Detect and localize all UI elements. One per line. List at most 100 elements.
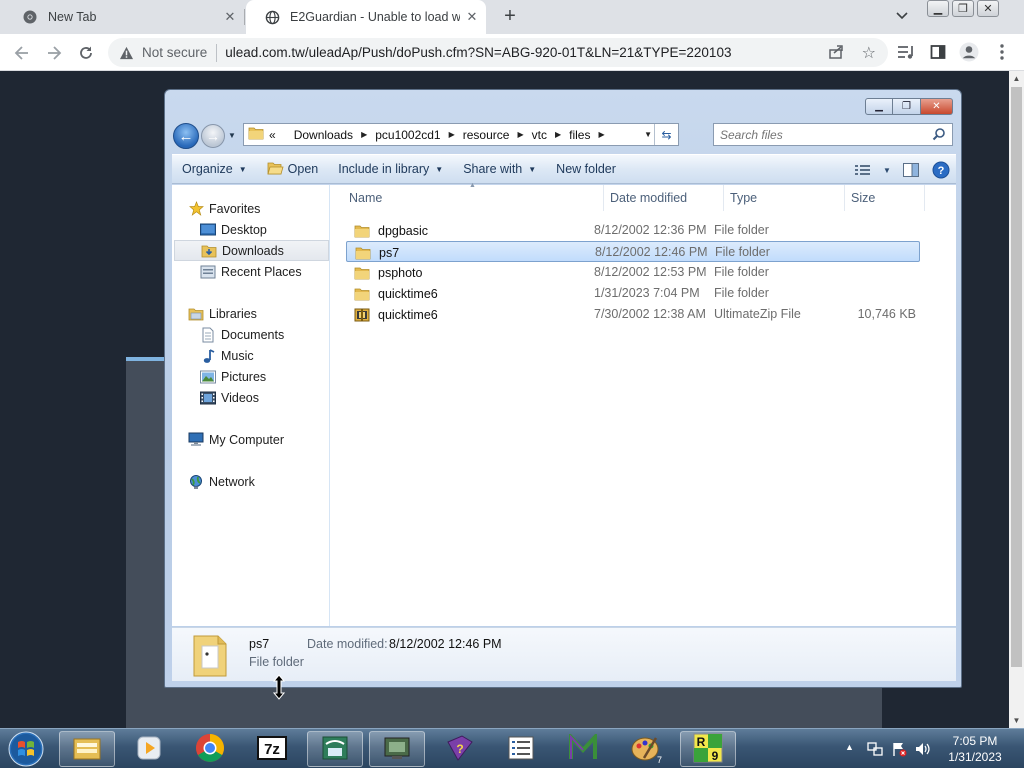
refresh-icon[interactable]: ⇆ [654,124,678,145]
nav-label: Documents [221,327,285,342]
explorer-minimize-button[interactable]: ▁ [865,98,893,115]
show-hidden-icons-arrow-icon[interactable]: ▲ [845,742,854,752]
column-header-type[interactable]: Type [724,185,845,211]
column-header-size[interactable]: Size [845,185,925,211]
explorer-close-button[interactable]: ✕ [921,98,953,115]
breadcrumb-chevron-icon[interactable]: ▶ [598,130,604,139]
svg-text:?: ? [938,165,945,177]
file-type: File folder [715,245,770,259]
explorer-forward-arrow-icon[interactable]: → [201,124,225,148]
breadcrumb-overflow[interactable]: « [269,128,276,142]
taskbar-r9-button[interactable]: R9 [680,731,736,767]
breadcrumb-chevron-icon[interactable]: ▶ [555,130,561,139]
file-row-dpgbasic[interactable]: dpgbasic 8/12/2002 12:36 PM File folder [346,220,920,241]
file-row-psphoto[interactable]: psphoto 8/12/2002 12:53 PM File folder [346,262,920,283]
breadcrumb-chevron-icon[interactable]: ▶ [449,130,455,139]
share-icon[interactable] [828,44,844,63]
security-label[interactable]: Not secure [142,45,207,60]
forward-arrow-icon[interactable] [42,41,66,65]
change-view-icon[interactable] [848,155,878,185]
open-button[interactable]: Open [257,154,329,184]
speaker-volume-icon[interactable] [913,740,931,758]
taskbar-list-app-button[interactable] [493,731,549,767]
url-text[interactable]: ulead.com.tw/uleadAp/Push/doPush.cfm?SN=… [225,45,731,60]
action-center-flag-icon[interactable] [890,740,908,758]
nav-item-network[interactable]: Network [188,471,344,492]
taskbar-m-app-button[interactable] [555,731,611,767]
preview-pane-icon[interactable] [896,155,926,185]
taskbar-media-player-button[interactable] [121,731,177,767]
file-row-quicktime6-zip[interactable]: quicktime6 7/30/2002 12:38 AM UltimateZi… [346,304,920,325]
share-with-button[interactable]: Share with ▼ [453,154,546,184]
explorer-address-bar[interactable]: « Downloads ▶ pcu1002cd1 ▶ resource ▶ vt… [243,123,679,146]
clock-time: 7:05 PM [952,734,998,748]
nav-item-favorites[interactable]: Favorites [188,198,344,219]
view-controls: ▼ ? [848,155,956,185]
explorer-back-arrow-icon[interactable]: ← [173,123,199,149]
taskbar-7zip-button[interactable]: 7z [244,731,300,767]
restore-button[interactable]: ❐ [952,0,974,17]
side-panel-icon[interactable] [928,42,948,62]
breadcrumb-pcu1002cd1[interactable]: pcu1002cd1 [375,128,440,142]
file-row-quicktime6-folder[interactable]: quicktime6 1/31/2023 7:04 PM File folder [346,283,920,304]
back-arrow-icon[interactable] [10,41,34,65]
warning-triangle-icon[interactable] [118,45,134,61]
star-icon [188,201,204,217]
breadcrumb-files[interactable]: files [569,128,590,142]
file-date: 7/30/2002 12:38 AM [594,307,706,321]
taskbar-chrome-button[interactable] [182,731,238,767]
profile-avatar-icon[interactable] [959,42,979,62]
recent-pages-dropdown-icon[interactable]: ▼ [228,131,236,140]
page-scrollbar[interactable]: ▲ ▼ [1009,71,1024,728]
explorer-maximize-button[interactable]: ❐ [893,98,921,115]
taskbar-app-cd-button[interactable] [307,731,363,767]
clock-date: 1/31/2023 [948,750,1002,764]
organize-menu-button[interactable]: Organize ▼ [172,154,257,184]
taskbar-app-board-button[interactable] [369,731,425,767]
nav-item-downloads[interactable]: Downloads [174,240,329,261]
breadcrumb-resource[interactable]: resource [463,128,510,142]
new-tab-button[interactable]: + [498,5,522,29]
svg-text:9: 9 [712,749,719,763]
reload-icon[interactable] [74,41,98,65]
scroll-down-arrow-icon[interactable]: ▼ [1009,713,1024,728]
address-history-dropdown-icon[interactable]: ▼ [644,130,652,139]
close-tab-icon[interactable]: ✕ [464,9,480,25]
minimize-button[interactable]: ▁ [927,0,949,17]
help-icon[interactable]: ? [926,155,956,185]
network-tray-icon[interactable] [866,740,884,758]
address-bar[interactable]: Not secure ulead.com.tw/uleadAp/Push/doP… [108,38,888,67]
system-clock[interactable]: 7:05 PM 1/31/2023 [940,733,1010,765]
close-window-button[interactable]: ✕ [977,0,999,17]
chrome-menu-kebab-icon[interactable] [992,42,1012,62]
breadcrumb-vtc[interactable]: vtc [532,128,547,142]
view-options-dropdown-icon[interactable]: ▼ [878,155,896,185]
tab-search-chevron-icon[interactable] [895,9,913,27]
search-files-input[interactable] [720,127,920,142]
scrollbar-thumb[interactable] [1011,87,1022,667]
nav-item-my-computer[interactable]: My Computer [188,429,344,450]
column-header-date-modified[interactable]: Date modified [604,185,724,211]
new-folder-button[interactable]: New folder [546,154,626,184]
breadcrumb-chevron-icon[interactable]: ▶ [517,130,523,139]
explorer-command-bar: Organize ▼ Open Include in library ▼ Share… [172,154,956,184]
7zip-icon: 7z [257,735,287,764]
file-row-ps7[interactable]: ps7 8/12/2002 12:46 PM File folder [346,241,920,262]
explorer-search-box[interactable] [713,123,953,146]
taskbar-help-book-button[interactable]: ? [431,731,487,767]
scroll-up-arrow-icon[interactable]: ▲ [1009,71,1024,86]
close-tab-icon[interactable]: ✕ [222,9,238,25]
taskbar-explorer-button[interactable] [59,731,115,767]
include-in-library-button[interactable]: Include in library ▼ [328,154,453,184]
taskbar-paint-button[interactable]: 7 [617,731,673,767]
breadcrumb-chevron-icon[interactable]: ▶ [361,130,367,139]
tab-new-tab[interactable]: New Tab ✕ [4,0,244,34]
breadcrumb-downloads[interactable]: Downloads [294,128,353,142]
bookmark-star-icon[interactable]: ☆ [862,43,876,63]
media-playlist-icon[interactable] [896,42,916,62]
column-header-name[interactable]: Name ▲ [331,182,604,211]
start-button[interactable] [6,730,46,768]
magnifier-search-icon[interactable] [932,127,946,144]
tab-e2guardian[interactable]: E2Guardian - Unable to load web ✕ [246,0,486,34]
nav-item-libraries[interactable]: Libraries [188,303,344,324]
